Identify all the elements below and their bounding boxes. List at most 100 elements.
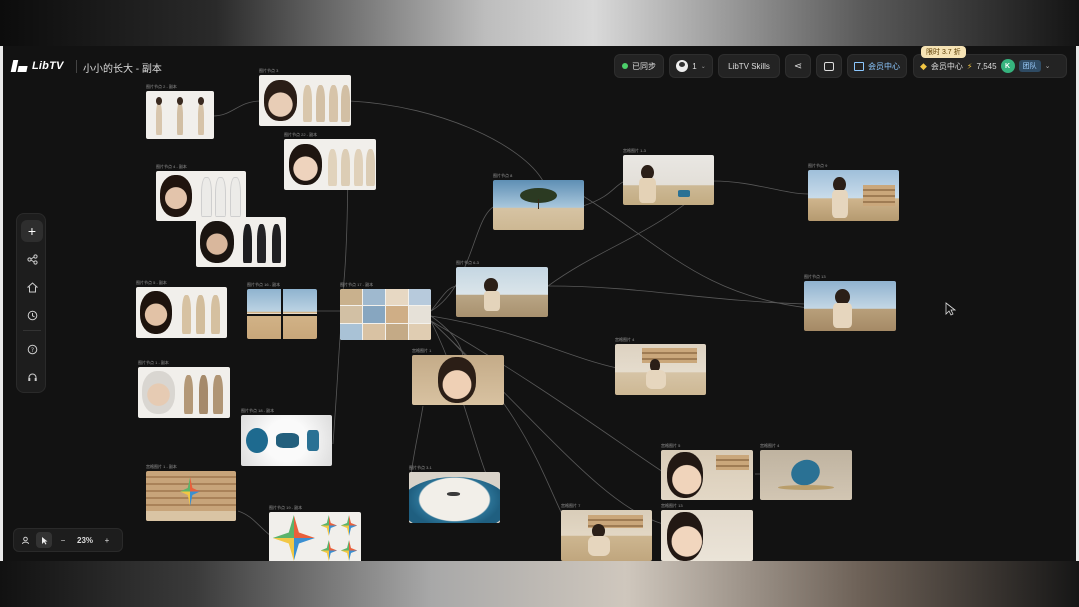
image-node[interactable]: 宫格图片 1 [412, 348, 504, 405]
zoom-level: 23% [77, 535, 94, 545]
bowl-spilled-image [760, 450, 852, 500]
edge [582, 195, 810, 309]
background-frame-bottom [0, 561, 1079, 607]
node-label: 图片节点 9 [808, 163, 828, 168]
image-node[interactable]: 宫格图片 13 [661, 503, 753, 561]
node-label: 图片节点 2 - 副本 [146, 84, 177, 89]
headset-icon[interactable] [21, 366, 43, 388]
member-center-button[interactable]: 会员中心 [847, 54, 907, 78]
node-label: 图片节点 19 - 副本 [269, 505, 303, 510]
zoom-in-button[interactable]: + [99, 532, 115, 548]
libtv-skills-button[interactable]: LibTV Skills [718, 54, 780, 78]
character-reference-image [138, 367, 230, 418]
girl-eating-image [661, 450, 753, 500]
cursor-mode-icon[interactable] [36, 532, 52, 548]
sync-label: 已同步 [632, 61, 656, 71]
girl-beach-image [456, 267, 548, 317]
zoom-out-button[interactable]: − [55, 532, 71, 548]
gift-icon [854, 61, 864, 71]
node-label: 图片节点 1 - 副本 [138, 360, 169, 365]
user-avatar[interactable]: K [1000, 59, 1015, 73]
node-label: 图片节点 3 [259, 68, 279, 73]
workflow-canvas[interactable]: 图片节点 2 - 副本 图片节点 3 图片节点 22 - 副本 图片节点 4 -… [3, 46, 1076, 561]
image-node[interactable]: 图片节点 2 - 副本 [146, 84, 214, 139]
image-node[interactable]: 宫格图片 5 [661, 443, 753, 500]
image-node[interactable]: 宫格图片 7 [561, 503, 652, 561]
comment-button[interactable] [816, 54, 842, 78]
image-node[interactable]: 宫格图片 1-3 [623, 148, 714, 205]
zoom-controls: − 23% + [13, 528, 123, 552]
add-icon[interactable]: + [21, 220, 43, 242]
skills-label: LibTV Skills [728, 61, 770, 71]
storyboard-grid-image [340, 289, 431, 340]
node-label: 宫格图片 1 [412, 348, 432, 353]
image-node[interactable]: 图片节点 16 - 副本 [247, 282, 317, 339]
collaborators-button[interactable]: 1 ⌄ [669, 54, 713, 78]
credits-count: 7,545 [976, 61, 997, 71]
node-label: 宫格图片 4 [615, 337, 635, 342]
character-reference-image [196, 217, 286, 267]
node-label: 宫格图片 4 [760, 443, 780, 448]
image-node[interactable]: 图片节点 18 - 副本 [241, 408, 332, 466]
share-icon: ⋖ [793, 60, 803, 72]
image-node[interactable]: 图片节点 5 - 副本 [136, 280, 227, 338]
node-label: 宫格图片 7 [561, 503, 581, 508]
collaborators-count: 1 [692, 61, 697, 71]
image-node[interactable]: 图片节点 1 - 副本 [138, 360, 230, 418]
user-icon[interactable] [17, 532, 33, 548]
image-node[interactable]: 图片节点 8 [493, 173, 584, 230]
character-reference-image [136, 287, 227, 338]
history-icon[interactable] [21, 304, 43, 326]
project-title[interactable]: 小小的长大 - 副本 [83, 60, 162, 75]
toolbar-divider [23, 330, 41, 331]
user-icon [676, 60, 689, 72]
node-label: 图片节点 13 [804, 274, 826, 279]
mouse-pointer-icon [945, 302, 957, 316]
chevron-down-icon: ⌄ [1044, 63, 1051, 70]
girl-playing-image [561, 510, 652, 561]
share-button[interactable]: ⋖ [785, 54, 811, 78]
image-node[interactable]: 图片节点 22 - 副本 [284, 132, 376, 190]
pinwheel-scene-image [146, 471, 236, 521]
node-label: 图片节点 3.1 [409, 465, 432, 470]
node-label: 宫格图片 5 [661, 443, 681, 448]
app-logo[interactable]: LibTV [10, 60, 64, 72]
sync-status-button[interactable]: 已同步 [614, 54, 664, 78]
member-center-label: 会员中心 [868, 61, 900, 71]
girl-bench-image [623, 155, 714, 205]
node-label: 宫格图片 1 - 副本 [146, 464, 177, 469]
girl-sitting-image [615, 344, 706, 395]
image-node[interactable]: 宫格图片 4 [760, 443, 852, 500]
image-node[interactable]: 图片节点 13 [804, 274, 896, 331]
edge [547, 285, 806, 305]
image-node[interactable]: 图片节点 6-3 [456, 260, 548, 317]
girl-laughing-image [412, 355, 504, 405]
lightning-icon: ⚡ [966, 61, 973, 71]
workflow-icon[interactable] [21, 248, 43, 270]
left-toolbar: + ? [16, 213, 46, 393]
header-divider [76, 60, 77, 73]
team-badge: 团队 [1018, 60, 1041, 72]
node-label: 宫格图片 1-3 [623, 148, 646, 153]
image-node[interactable]: 宫格图片 4 [615, 337, 706, 395]
image-node[interactable]: 图片节点 3.1 [409, 465, 500, 523]
assets-icon[interactable] [21, 276, 43, 298]
edge [712, 180, 810, 195]
beach-tree-image [493, 180, 584, 230]
scene-grid-image [247, 289, 317, 339]
image-node[interactable]: 图片节点 3 [259, 68, 351, 126]
image-node[interactable]: 图片节点 4 - 副本 [156, 164, 246, 221]
image-node[interactable]: 图片节点 17 - 副本 [340, 282, 431, 340]
image-node[interactable]: 图片节点 9 [808, 163, 899, 221]
image-node[interactable]: 宫格图片 1 - 副本 [146, 464, 236, 521]
help-icon[interactable]: ? [21, 338, 43, 360]
node-label: 宫格图片 13 [661, 503, 683, 508]
character-reference-image [146, 91, 214, 139]
edge [332, 325, 342, 445]
node-label: 图片节点 16 - 副本 [247, 282, 281, 287]
promo-badge: 限时 3.7 折 [921, 46, 966, 58]
logo-text: LibTV [32, 60, 64, 72]
image-node[interactable] [196, 217, 286, 267]
edge [212, 100, 262, 117]
image-node[interactable]: 图片节点 19 - 副本 [269, 505, 361, 561]
